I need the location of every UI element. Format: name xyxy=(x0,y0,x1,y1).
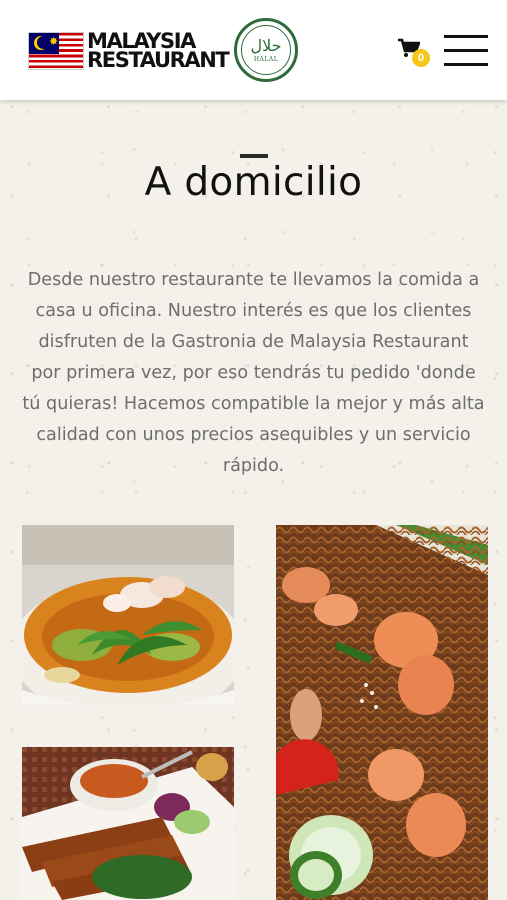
halal-badge: حلال HALAL xyxy=(234,18,298,82)
fried-noodles-prawns-photo[interactable] xyxy=(276,525,488,900)
site-logo[interactable]: ✸ MALAYSIA RESTAURANT xyxy=(28,31,230,72)
menu-line-icon xyxy=(444,49,488,52)
cart-count-badge: 0 xyxy=(412,49,430,67)
curry-soup-photo[interactable] xyxy=(22,525,234,705)
malaysia-flag-icon: ✸ xyxy=(28,32,84,70)
logo-line-2: RESTAURANT xyxy=(87,48,230,72)
page-title: A domicilio xyxy=(144,160,363,205)
menu-line-icon xyxy=(444,35,488,38)
intro-paragraph: Desde nuestro restaurante te llevamos la… xyxy=(22,270,485,476)
halal-latin-text: HALAL xyxy=(253,55,279,63)
logo-text: MALAYSIA RESTAURANT xyxy=(87,31,230,72)
hamburger-menu-button[interactable] xyxy=(444,35,488,67)
halal-arabic-text: حلال xyxy=(250,35,282,55)
site-header: ✸ MALAYSIA RESTAURANT حلال HALAL 0 xyxy=(0,0,507,100)
cart-button[interactable]: 0 xyxy=(398,38,432,68)
menu-line-icon xyxy=(444,63,488,66)
title-accent-bar xyxy=(240,154,268,158)
satay-skewers-photo[interactable] xyxy=(22,747,234,900)
